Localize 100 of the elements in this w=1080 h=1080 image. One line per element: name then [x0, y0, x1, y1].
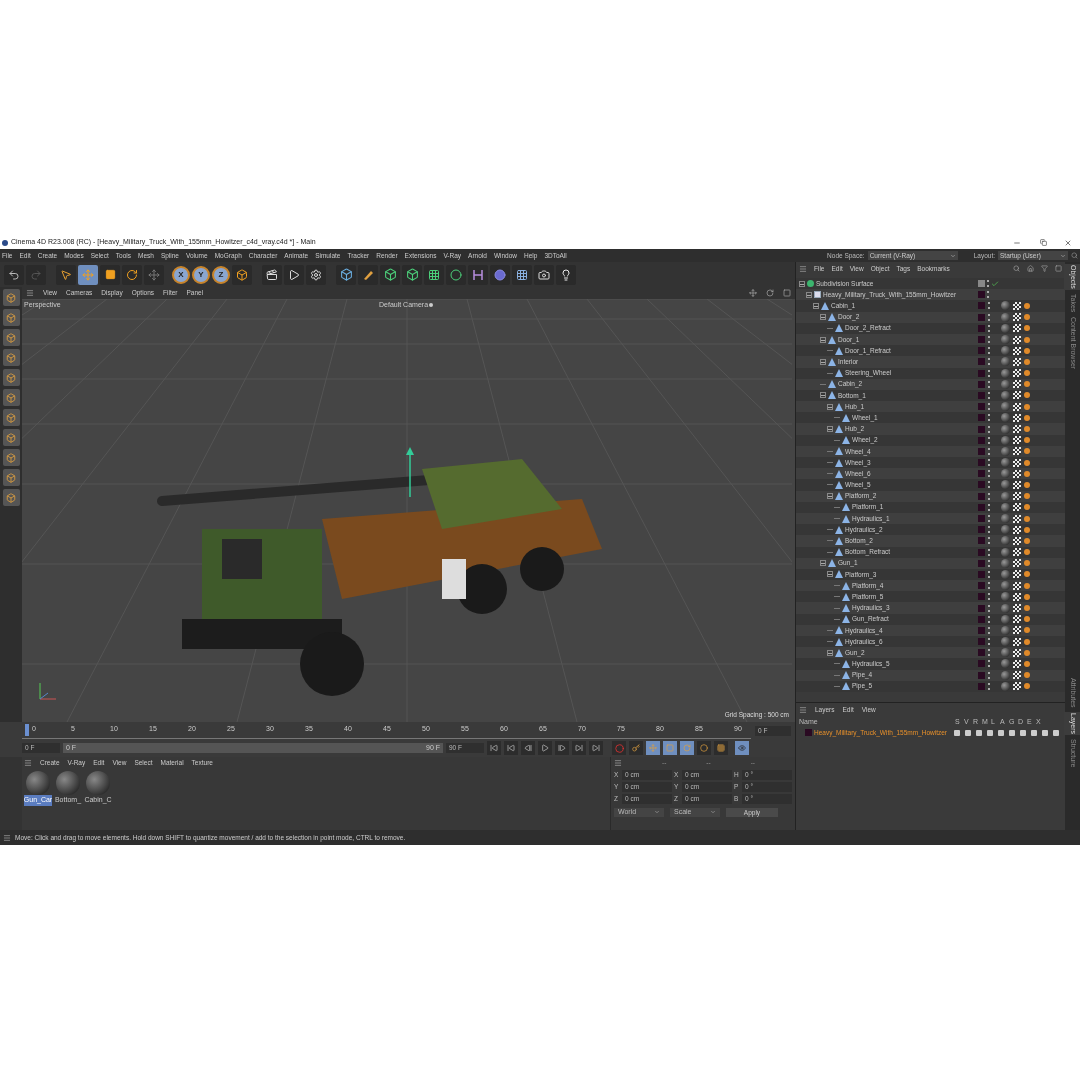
expand-toggle[interactable]	[827, 571, 833, 578]
axis-lock-button[interactable]: Y	[192, 265, 210, 284]
menu-icon[interactable]	[24, 759, 32, 767]
expand-toggle[interactable]	[827, 649, 833, 656]
menu-icon[interactable]	[3, 833, 11, 842]
layer-swatch	[978, 302, 985, 310]
layer-swatch	[978, 324, 985, 332]
expand-toggle[interactable]	[820, 358, 826, 365]
pen-icon	[362, 268, 374, 281]
cube-button[interactable]	[336, 264, 356, 285]
pen-button[interactable]	[358, 264, 378, 285]
expand-toggle[interactable]	[806, 291, 812, 298]
next-key-button[interactable]	[572, 741, 586, 755]
rotate-tool-button[interactable]	[122, 264, 142, 285]
menu-icon[interactable]	[614, 759, 622, 767]
search-icon[interactable]	[1071, 252, 1078, 259]
move-view-icon[interactable]	[749, 289, 757, 297]
layer-swatch	[978, 447, 985, 455]
cube-icon	[6, 352, 16, 363]
axis-lock-button[interactable]: Z	[212, 265, 230, 284]
scale-tool-button[interactable]	[100, 264, 120, 285]
light-button[interactable]	[556, 264, 576, 285]
expand-toggle[interactable]	[820, 560, 826, 567]
environment-button[interactable]	[490, 264, 510, 285]
previous-key-button[interactable]	[504, 741, 518, 755]
undo-button[interactable]	[4, 264, 24, 285]
array-button[interactable]	[446, 264, 466, 285]
circle-icon	[700, 744, 708, 752]
camera-button[interactable]	[534, 264, 554, 285]
expand-toggle[interactable]	[827, 403, 833, 410]
app-logo-icon	[2, 239, 8, 246]
render-settings-button[interactable]	[306, 264, 326, 285]
snap-settings-button[interactable]	[2, 449, 20, 466]
render-view-button[interactable]	[262, 264, 282, 285]
extrude-icon	[405, 268, 419, 281]
material-preview	[56, 771, 80, 795]
axis-lock-button[interactable]: X	[172, 265, 190, 284]
workplane-button[interactable]	[2, 469, 20, 486]
subdivision-button[interactable]	[380, 264, 400, 285]
make-editable-button[interactable]	[2, 289, 20, 306]
render-view-icon	[266, 268, 278, 281]
layer-swatch	[978, 570, 985, 578]
key-parameter-button[interactable]	[697, 741, 711, 755]
expand-toggle[interactable]	[820, 392, 826, 399]
select-tool-button[interactable]	[56, 264, 76, 285]
expand-toggle[interactable]	[827, 493, 833, 500]
pointer-icon	[60, 268, 72, 281]
cloner-button[interactable]	[424, 264, 444, 285]
go-to-start-button[interactable]	[487, 741, 501, 755]
axis-mode-button[interactable]	[2, 389, 20, 406]
layer-swatch	[978, 425, 985, 433]
expand-toggle[interactable]	[820, 314, 826, 321]
rotate-view-icon[interactable]	[766, 289, 774, 297]
expand-toggle[interactable]	[820, 336, 826, 343]
add-tool-button[interactable]	[144, 264, 164, 285]
menu-icon[interactable]	[26, 289, 34, 297]
texture-mode-button[interactable]	[2, 409, 20, 426]
polygons-mode-button[interactable]	[2, 369, 20, 386]
redo-icon	[30, 268, 42, 281]
enable-toggle[interactable]	[978, 280, 985, 288]
array-icon	[450, 268, 462, 281]
expand-toggle[interactable]	[813, 302, 819, 309]
key-button[interactable]	[629, 741, 643, 755]
go-to-end-button[interactable]	[589, 741, 603, 755]
menu-icon[interactable]	[799, 264, 807, 273]
points-mode-button[interactable]	[2, 329, 20, 346]
close-icon[interactable]	[1064, 238, 1072, 247]
expand-toggle[interactable]	[827, 426, 833, 433]
extrude-button[interactable]	[402, 264, 422, 285]
cube-icon	[6, 292, 16, 303]
menu-icon[interactable]	[799, 706, 807, 714]
play-button[interactable]	[538, 741, 552, 755]
expand-toggle[interactable]	[799, 280, 805, 287]
snap-button[interactable]	[2, 429, 20, 446]
render-button[interactable]	[284, 264, 304, 285]
maximize-view-icon[interactable]	[783, 289, 791, 297]
search-icon[interactable]	[1013, 265, 1020, 272]
layer-swatch	[978, 526, 985, 534]
check-icon[interactable]	[991, 279, 999, 288]
restore-icon[interactable]	[1040, 239, 1047, 246]
cube-icon	[6, 372, 16, 383]
layer-swatch	[978, 313, 985, 321]
deformer-button[interactable]	[468, 264, 488, 285]
home-icon[interactable]	[1027, 265, 1034, 272]
new-window-icon[interactable]	[1055, 265, 1062, 272]
edges-mode-button[interactable]	[2, 349, 20, 366]
next-frame-button[interactable]	[555, 741, 569, 755]
model-mode-button[interactable]	[2, 309, 20, 326]
layer-swatch	[978, 582, 985, 590]
rotate-icon	[126, 268, 138, 281]
playhead-icon[interactable]	[25, 723, 29, 736]
coordinate-system-button[interactable]	[232, 264, 252, 285]
layer-swatch	[978, 380, 985, 388]
axis-gizmo-icon	[36, 681, 58, 703]
previous-frame-button[interactable]	[521, 741, 535, 755]
solo-button[interactable]	[2, 489, 20, 506]
floor-button[interactable]	[512, 264, 532, 285]
move-tool-button[interactable]	[78, 264, 98, 285]
key-point-button[interactable]	[714, 741, 728, 755]
cube-icon	[6, 452, 16, 463]
